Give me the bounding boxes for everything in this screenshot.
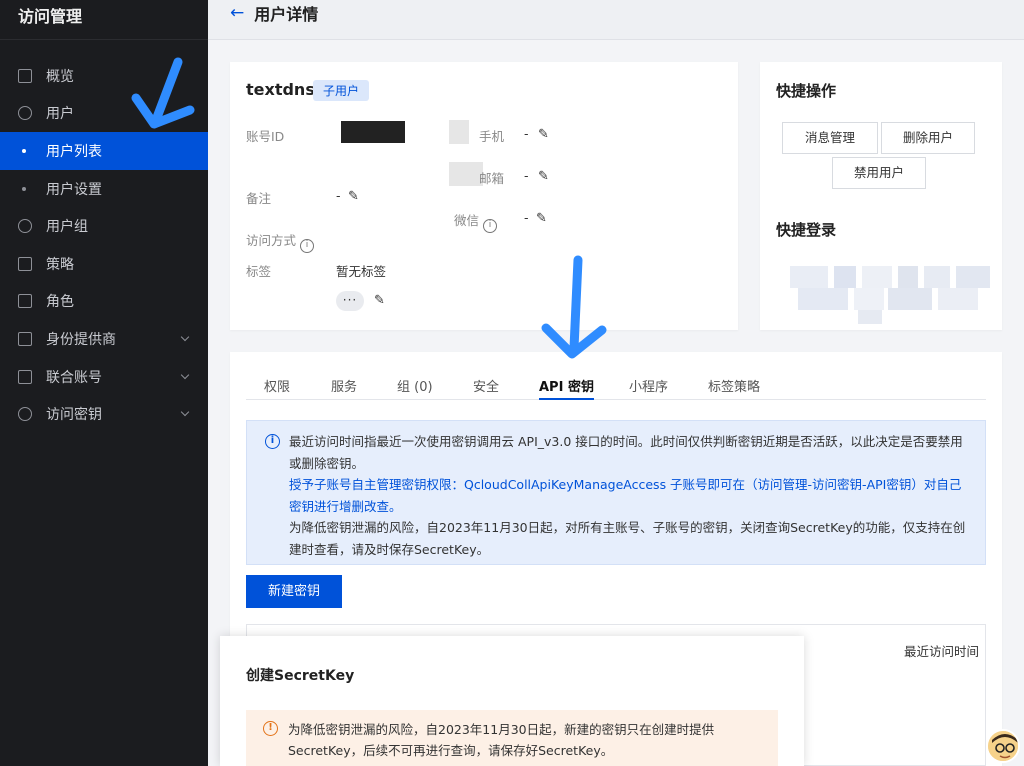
phone-label: 手机 [479,129,505,144]
idp-icon [18,331,32,346]
edit-phone-icon[interactable]: ✎ [538,128,550,141]
sidebar-title: 访问管理 [0,0,208,40]
back-arrow-icon[interactable]: ← [230,3,244,23]
sidebar-item-label: 角色 [46,294,74,311]
create-secretkey-dialog: 创建SecretKey ! 为降低密钥泄漏的风险，自2023年11月30日起，新… [220,636,804,766]
user-info-card: textdns 子用户 账号ID 备注 - ✎ 访问方式 i 标签 暂无标签 ··… [230,62,738,330]
remark-label: 备注 [246,191,272,206]
edit-wechat-icon[interactable]: ✎ [536,212,548,225]
policy-icon [18,256,32,271]
sidebar-item-label: 用户列表 [46,143,102,160]
federated-icon [18,369,32,384]
page-title: 用户详情 [254,4,319,24]
info-icon: i [265,434,280,449]
wechat-label: 微信 i [454,210,498,233]
edit-tags-icon[interactable]: ✎ [374,294,386,307]
page-header: ← 用户详情 [208,0,1024,40]
tab-bar: 权限 服务 组 (0) 安全 API 密钥 小程序 标签策略 [246,372,986,400]
email-label: 邮箱 [479,171,505,186]
tab-groups[interactable]: 组 (0) [397,376,433,400]
user-icon [18,106,32,121]
sidebar-item-label: 访问密钥 [46,407,102,424]
access-method-label: 访问方式 i [246,230,315,253]
quick-actions-card: 快捷操作 消息管理 删除用户 禁用用户 快捷登录 [760,62,1002,330]
chevron-down-icon [180,370,190,379]
info-icon[interactable]: i [300,239,315,253]
tab-security[interactable]: 安全 [473,376,499,400]
email-value: - [524,168,529,183]
sidebar-item-label: 身份提供商 [46,331,116,348]
sidebar-item-label: 用户设置 [46,181,102,198]
notice-line-1: 最近访问时间指最近一次使用密钥调用云 API_v3.0 接口的时间。此时间仅供判… [289,434,963,471]
sidebar-item-identity-providers[interactable]: 身份提供商 [0,320,208,358]
phone-value: - [524,126,529,141]
phone-redacted [449,120,469,144]
sidebar-item-policies[interactable]: 策略 [0,245,208,283]
email-redacted [449,162,483,186]
warning-icon: ! [263,721,278,736]
delete-user-button[interactable]: 删除用户 [881,122,975,154]
last-access-column-header: 最近访问时间 [903,644,979,659]
tags-label: 标签 [246,264,272,279]
quick-login-title: 快捷登录 [776,221,837,239]
username: textdns [246,80,315,99]
annotation-arrow-icon [131,57,195,129]
wechat-value: - [524,210,529,225]
info-notice: i 最近访问时间指最近一次使用密钥调用云 API_v3.0 接口的时间。此时间仅… [246,420,986,565]
tab-tag-policies[interactable]: 标签策略 [708,376,760,400]
role-icon [18,294,32,309]
sidebar-item-federated-accounts[interactable]: 联合账号 [0,358,208,396]
subuser-badge: 子用户 [313,80,370,101]
warning-text: 为降低密钥泄漏的风险，自2023年11月30日起，新建的密钥只在创建时提供Sec… [288,722,715,758]
more-tags-button[interactable]: ··· [336,291,364,311]
account-id-label: 账号ID [246,129,285,144]
edit-remark-icon[interactable]: ✎ [348,190,360,203]
edit-email-icon[interactable]: ✎ [538,170,550,183]
tab-services[interactable]: 服务 [331,376,357,400]
bullet-icon [22,148,26,153]
grid-icon [18,68,32,83]
sidebar-item-user-groups[interactable]: 用户组 [0,207,208,245]
bullet-icon [22,186,26,191]
remark-value: - [336,188,341,203]
quick-login-redacted [774,266,990,324]
chevron-down-icon [180,332,190,342]
assistant-avatar-icon[interactable] [986,729,1020,763]
quick-actions-title: 快捷操作 [776,82,837,100]
tab-permissions[interactable]: 权限 [264,376,290,400]
sidebar-item-user-list[interactable]: 用户列表 [0,132,208,170]
notice-line-3: 为降低密钥泄漏的风险，自2023年11月30日起，对所有主账号、子账号的密钥，关… [289,520,966,557]
warning-notice: ! 为降低密钥泄漏的风险，自2023年11月30日起，新建的密钥只在创建时提供S… [246,710,778,766]
sidebar-item-label: 策略 [46,256,74,273]
key-icon [18,407,32,422]
dialog-title: 创建SecretKey [246,668,355,684]
notice-link[interactable]: 授予子账号自主管理密钥权限：QcloudCollApiKeyManageAcce… [289,474,973,517]
tab-mini-programs[interactable]: 小程序 [629,376,668,400]
info-icon[interactable]: i [483,219,498,233]
new-key-button[interactable]: 新建密钥 [246,575,342,608]
sidebar-item-label: 用户组 [46,219,88,236]
chevron-down-icon [180,408,190,417]
sidebar-item-label: 用户 [46,106,74,123]
account-id-redacted [341,121,405,143]
sidebar-item-user-settings[interactable]: 用户设置 [0,170,208,208]
sidebar-item-label: 概览 [46,68,74,85]
message-management-button[interactable]: 消息管理 [782,122,878,154]
disable-user-button[interactable]: 禁用用户 [832,157,926,189]
tags-value: 暂无标签 [336,264,387,279]
sidebar-item-access-keys[interactable]: 访问密钥 [0,395,208,433]
tab-api-keys[interactable]: API 密钥 [539,376,594,400]
sidebar-item-roles[interactable]: 角色 [0,283,208,321]
users-icon [18,219,32,234]
annotation-arrow-icon [541,255,607,359]
sidebar-item-label: 联合账号 [46,369,102,386]
